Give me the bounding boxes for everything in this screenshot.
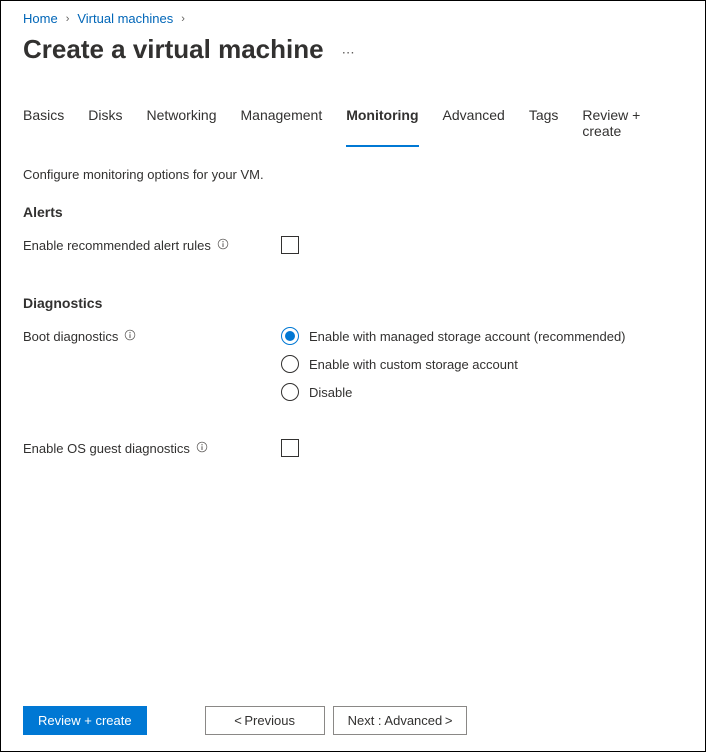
breadcrumb-home[interactable]: Home: [23, 11, 58, 26]
tab-basics[interactable]: Basics: [23, 101, 64, 147]
radio-input[interactable]: [281, 383, 299, 401]
section-heading-diagnostics: Diagnostics: [23, 295, 683, 311]
radio-option-custom-storage[interactable]: Enable with custom storage account: [281, 355, 683, 373]
tab-advanced[interactable]: Advanced: [443, 101, 505, 147]
page-title: Create a virtual machine: [23, 34, 324, 65]
radio-group-boot-diagnostics: Enable with managed storage account (rec…: [281, 327, 683, 401]
radio-input[interactable]: [281, 355, 299, 373]
label-boot-diagnostics: Boot diagnostics: [23, 329, 118, 344]
breadcrumb: Home › Virtual machines ›: [23, 11, 683, 26]
previous-button[interactable]: < Previous: [205, 706, 325, 735]
tab-disks[interactable]: Disks: [88, 101, 122, 147]
review-create-button[interactable]: Review + create: [23, 706, 147, 735]
section-heading-alerts: Alerts: [23, 204, 683, 220]
tab-tags[interactable]: Tags: [529, 101, 559, 147]
tab-management[interactable]: Management: [241, 101, 323, 147]
radio-option-disable[interactable]: Disable: [281, 383, 683, 401]
label-enable-recommended-alerts: Enable recommended alert rules: [23, 238, 211, 253]
tabs: Basics Disks Networking Management Monit…: [23, 101, 683, 147]
info-icon[interactable]: [196, 441, 208, 453]
tab-review-create[interactable]: Review + create: [582, 101, 683, 147]
radio-option-managed-storage[interactable]: Enable with managed storage account (rec…: [281, 327, 683, 345]
next-button[interactable]: Next : Advanced >: [333, 706, 468, 735]
chevron-right-icon: ›: [62, 13, 74, 25]
tab-monitoring[interactable]: Monitoring: [346, 101, 418, 147]
info-icon[interactable]: [124, 329, 136, 341]
radio-label: Disable: [309, 385, 352, 400]
label-enable-os-guest-diagnostics: Enable OS guest diagnostics: [23, 441, 190, 456]
radio-input[interactable]: [281, 327, 299, 345]
chevron-right-icon: ›: [177, 13, 189, 25]
footer-actions: Review + create < Previous Next : Advanc…: [23, 706, 683, 735]
radio-label: Enable with managed storage account (rec…: [309, 329, 626, 344]
checkbox-enable-recommended-alerts[interactable]: [281, 236, 299, 254]
tab-networking[interactable]: Networking: [146, 101, 216, 147]
more-actions-button[interactable]: ⋯: [342, 39, 356, 61]
breadcrumb-virtual-machines[interactable]: Virtual machines: [77, 11, 173, 26]
tab-description: Configure monitoring options for your VM…: [23, 167, 683, 182]
info-icon[interactable]: [217, 238, 229, 250]
radio-label: Enable with custom storage account: [309, 357, 518, 372]
checkbox-enable-os-guest-diagnostics[interactable]: [281, 439, 299, 457]
